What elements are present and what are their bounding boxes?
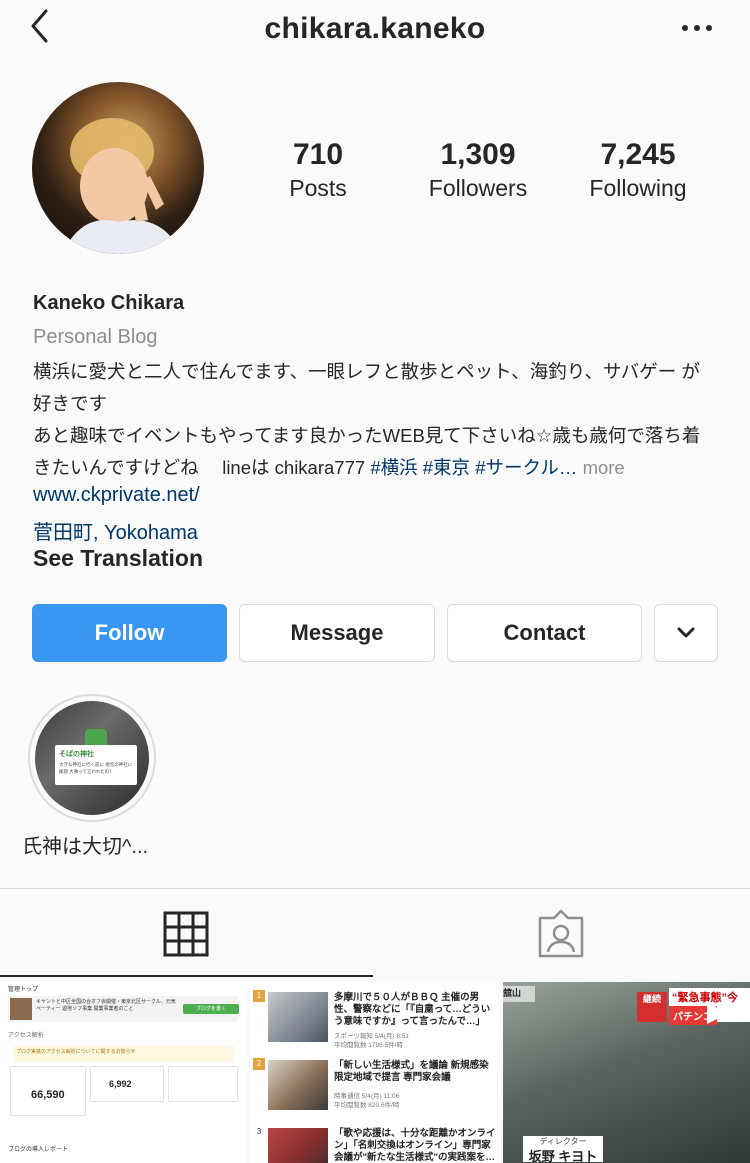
post-thumbnail[interactable]: 舘山 継続 “緊急事態”今月 パチンコ ディレクター 坂野 キヨト — [503, 982, 750, 1163]
highlight-cover-card: そばの神社 大きな神社に行く前に 地元の神社に挨拶 大事って言われたの！ — [55, 745, 137, 785]
news-source: 時事通信 5/4(月) 11:06 — [334, 1093, 400, 1100]
report-footer: ブログの導入レポート — [8, 1147, 69, 1153]
bio-line: 横浜に愛犬と二人で住んでます、一眼レフと散歩とペット、海釣り、サバゲー が — [33, 361, 700, 382]
rank-badge: 2 — [253, 1058, 265, 1070]
write-blog-label: ブログを書く — [195, 1006, 226, 1012]
stat-value: 66,590 — [31, 1089, 65, 1101]
post-summary: キヤントと中区全国の合オフ会開催・東京北区サークル、元気ペーティー 遊地ソフ事業… — [36, 999, 176, 1012]
news-image — [268, 1060, 328, 1110]
bio-text: きたいんですけどね lineは chikara777 — [33, 457, 371, 478]
grid-icon[interactable] — [162, 906, 212, 962]
news-source: スポーツ報知 5/4(月) 8:51 — [334, 1033, 409, 1040]
hashtag-link[interactable]: #横浜 — [370, 457, 417, 478]
news-title: 「歌や応援は、十分な距離かオンライン」「名刺交換はオンライン」専門家会議が"新た… — [334, 1128, 496, 1163]
chevron-down-icon — [677, 627, 695, 638]
news-title: 多摩川で５０人がＢＢＱ 主催の男性、警察などに「『自粛って…どういう意味ですか』… — [334, 992, 491, 1027]
suggested-dropdown-button[interactable] — [654, 604, 718, 662]
see-translation-link[interactable]: See Translation — [33, 545, 203, 572]
rank-badge: 1 — [253, 990, 265, 1002]
stat-card — [168, 1066, 238, 1102]
highlight-label: 氏神は大切^... — [22, 836, 149, 858]
posts-label: Posts — [289, 175, 347, 201]
news-item: 1 多摩川で５０人がＢＢＱ 主催の男性、警察などに「『自粛って…どういう意味です… — [250, 986, 500, 1049]
post-thumbnail[interactable]: 1 多摩川で５０人がＢＢＱ 主催の男性、警察などに「『自粛って…どういう意味です… — [250, 982, 500, 1163]
following-label: Following — [589, 175, 687, 201]
hashtag-link[interactable]: #東京 — [423, 457, 470, 478]
news-meta: スポーツ報知 5/4(月) 8:51 平均閲覧数 1795.5件/時 — [334, 1032, 409, 1050]
following-count: 7,245 — [600, 138, 676, 171]
avatar-photo — [62, 118, 182, 254]
stat-card: 66,590 — [10, 1066, 86, 1116]
active-tab-indicator — [0, 975, 373, 977]
highlight-cover: そばの神社 大きな神社に行く前に 地元の神社に挨拶 大事って言われたの！ — [35, 701, 149, 815]
story-highlight[interactable]: そばの神社 大きな神社に行く前に 地元の神社に挨拶 大事って言われたの！ — [28, 694, 156, 822]
bio-line: あと趣味でイベントもやってます良かったWEB見て下さいね☆歳も歳何で落ち着 — [33, 425, 701, 446]
profile-name: Kaneko Chikara — [33, 292, 185, 314]
news-views: 平均閲覧数 1795.5件/時 — [334, 1042, 403, 1049]
bio-line: 好きです — [33, 393, 108, 414]
highlight-cover-title: そばの神社 — [59, 751, 94, 758]
stat-value: 6,992 — [109, 1079, 132, 1089]
rank-badge: 3 — [253, 1126, 265, 1138]
posts-stat: 710 Posts — [278, 138, 358, 204]
followers-count: 1,309 — [440, 138, 516, 171]
message-button[interactable]: Message — [239, 604, 435, 662]
news-title: 「新しい生活様式」を議論 新規感染限定地域で提言 専門家会議 — [334, 1060, 489, 1083]
write-blog-pill: ブログを書く — [183, 1004, 239, 1014]
followers-label: Followers — [428, 175, 528, 201]
tagged-person-icon[interactable] — [536, 906, 586, 962]
posts-count: 710 — [292, 138, 344, 171]
subtitle-box: ディレクター 坂野 キヨト — [523, 1136, 603, 1163]
news-image — [268, 1128, 328, 1163]
news-image — [268, 992, 328, 1042]
following-stat[interactable]: 7,245 Following — [580, 138, 696, 204]
news-views: 平均閲覧数 820.6件/時 — [334, 1102, 400, 1109]
hashtag-link[interactable]: #サークル… — [475, 457, 577, 478]
stat-card: 6,992 — [90, 1066, 164, 1102]
access-notice: プログ実装のアクセス解析についてに関するお知らせ — [14, 1046, 234, 1062]
access-section: アクセス解析 — [8, 1033, 44, 1039]
location-caption: 舘山 — [503, 986, 535, 1002]
top-nav: chikara.kaneko — [0, 0, 750, 58]
post-avatar — [10, 998, 32, 1020]
news-item: 3 「歌や応援は、十分な距離かオンライン」「名刺交換はオンライン」専門家会議が"… — [250, 1122, 500, 1163]
profile-username: chikara.kaneko — [264, 12, 486, 45]
profile-category: Personal Blog — [33, 326, 158, 348]
profile-bio: 横浜に愛犬と二人で住んでます、一眼レフと散歩とペット、海釣り、サバゲー が 好き… — [33, 356, 723, 484]
news-meta: 時事通信 5/4(月) 11:06 平均閲覧数 820.6件/時 — [334, 1092, 399, 1110]
contact-button[interactable]: Contact — [447, 604, 642, 662]
bio-more-link[interactable]: more — [583, 457, 625, 478]
post-thumbnail[interactable]: 管理トップ キヤントと中区全国の合オフ会開催・東京北区サークル、元気ペーティー … — [0, 982, 247, 1163]
post-heading: 管理トップ — [8, 987, 39, 993]
highlight-cover-text: 大きな神社に行く前に 地元の神社に挨拶 大事って言われたの！ — [59, 762, 133, 774]
bio-line: きたいんですけどね lineは chikara777 #横浜 #東京 #サークル… — [33, 452, 723, 484]
play-icon — [707, 1002, 729, 1024]
subtitle-name: 坂野 キヨト — [528, 1149, 598, 1163]
avatar[interactable] — [32, 82, 204, 254]
news-item: 2 「新しい生活様式」を議論 新規感染限定地域で提言 専門家会議 時事通信 5/… — [250, 1054, 500, 1114]
ellipsis-icon[interactable] — [680, 20, 714, 36]
follow-button[interactable]: Follow — [32, 604, 227, 662]
location-link[interactable]: 菅田町, Yokohama — [33, 516, 198, 545]
caption-tag: 継続 — [637, 992, 667, 1022]
website-link[interactable]: www.ckprivate.net/ — [33, 484, 200, 507]
divider — [0, 888, 750, 889]
followers-stat[interactable]: 1,309 Followers — [420, 138, 536, 204]
